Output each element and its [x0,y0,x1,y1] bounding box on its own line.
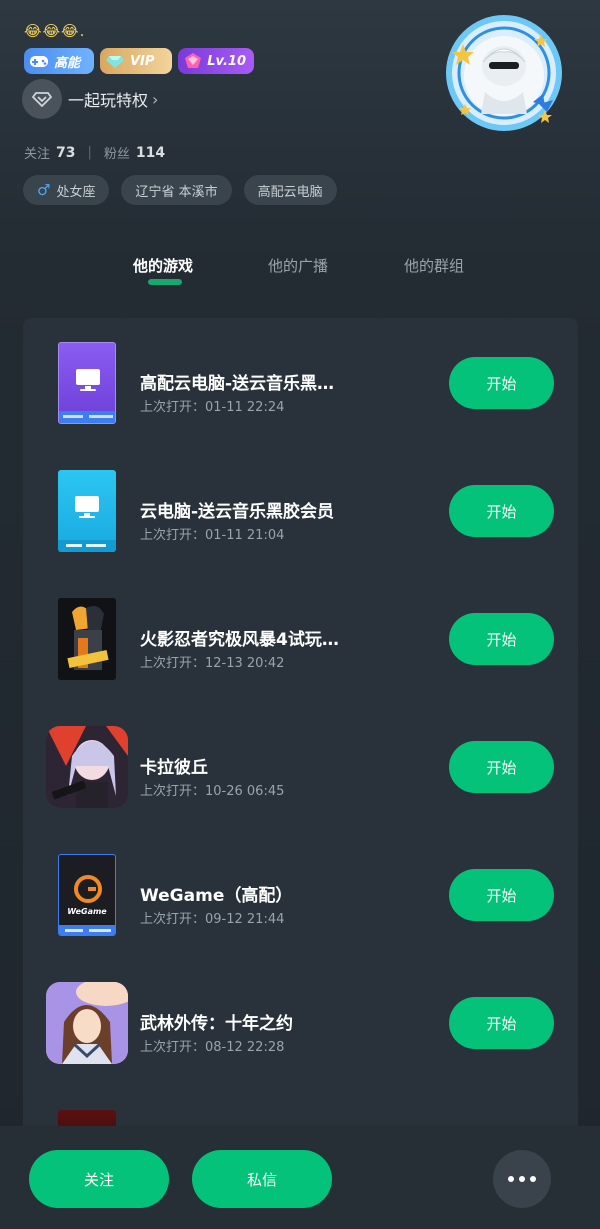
start-button[interactable]: 开始 [449,997,554,1049]
start-button[interactable]: 开始 [449,357,554,409]
start-button[interactable]: 开始 [449,741,554,793]
start-button[interactable]: 开始 [449,485,554,537]
game-title: 武林外传：十年之约 [140,1014,293,1034]
badge-gaoneng[interactable]: 高能 [24,48,94,74]
tab-games[interactable]: 他的游戏 [133,255,193,276]
games-list: 高配云电脑-送云音乐黑… 上次打开：01-11 22:24 开始 云电脑-送云音… [23,318,578,1148]
profile-tabs: 他的游戏 他的广播 他的群组 [0,255,600,295]
gamepad-icon [28,52,50,70]
privilege-label: 一起玩特权 [68,91,149,110]
tag-location: 辽宁省 本溪市 [121,175,232,205]
wegame-logo-text: WeGame [67,907,107,916]
more-dot [508,1176,514,1182]
game-row[interactable]: 武林外传：十年之约 上次打开：08-12 22:28 开始 [23,966,578,1076]
tab-groups[interactable]: 他的群组 [404,255,464,276]
male-icon: ♂ [37,181,51,199]
tag-zodiac-label: 处女座 [56,184,96,200]
start-button[interactable]: 开始 [449,613,554,665]
following-label: 关注 [24,147,51,162]
strinova-icon [46,726,128,808]
badge-level-label: Lv.10 [207,53,246,69]
game-last-open: 上次打开：01-11 21:04 [140,528,285,543]
monitor-icon-cyan [58,470,116,552]
fans-label: 粉丝 [103,147,130,162]
monitor-icon-purple [58,342,116,424]
badge-vip-label: VIP [130,53,155,69]
bottom-action-bar: 关注 私信 [0,1126,600,1229]
game-title: 高配云电脑-送云音乐黑… [140,374,335,394]
game-title: 云电脑-送云音乐黑胶会员 [140,502,335,522]
game-last-open: 上次打开：08-12 22:28 [140,1040,285,1055]
tag-zodiac: ♂ 处女座 [23,175,110,205]
wegame-logo: WeGame [58,854,116,936]
game-title: 火影忍者究极风暴4试玩… [140,630,339,650]
start-button[interactable]: 开始 [449,869,554,921]
more-dot [519,1176,525,1182]
following-count[interactable]: 73 [56,145,75,161]
game-last-open: 上次打开：10-26 06:45 [140,784,285,799]
gem-icon [182,52,203,70]
game-row[interactable]: 云电脑-送云音乐黑胶会员 上次打开：01-11 21:04 开始 [23,454,578,564]
avatar[interactable] [445,14,563,132]
more-dots-icon[interactable] [493,1150,551,1208]
privilege-diamond-icon [22,79,62,119]
fans-count[interactable]: 114 [136,145,165,161]
game-last-open: 上次打开：01-11 22:24 [140,400,285,415]
privilege-link[interactable]: 一起玩特权 › [22,79,158,119]
tag-location-label: 辽宁省 本溪市 [135,184,218,200]
tag-device: 高配云电脑 [243,175,337,205]
wulin-icon [46,982,128,1064]
chevron-right-icon: › [152,89,159,109]
game-row[interactable]: 卡拉彼丘 上次打开：10-26 06:45 开始 [23,710,578,820]
follow-stats: 关注 73 | 粉丝 114 [24,143,165,163]
game-last-open: 上次打开：12-13 20:42 [140,656,285,671]
badge-gaoneng-label: 高能 [54,55,81,71]
profile-emoji-signature: 😂😂😂. [24,22,86,40]
game-title: WeGame（高配） [140,886,293,906]
game-title: 卡拉彼丘 [140,758,208,778]
tab-active-indicator [148,279,182,285]
badge-level[interactable]: Lv.10 [178,48,254,74]
tag-device-label: 高配云电脑 [257,184,323,200]
more-dot [530,1176,536,1182]
game-row[interactable]: 火影忍者究极风暴4试玩… 上次打开：12-13 20:42 开始 [23,582,578,692]
badge-row: 高能 VIP Lv.10 [24,48,254,74]
tab-broadcasts[interactable]: 他的广播 [268,255,328,276]
follow-button[interactable]: 关注 [29,1150,169,1208]
game-row[interactable]: 高配云电脑-送云音乐黑… 上次打开：01-11 22:24 开始 [23,326,578,436]
stats-divider: | [87,145,92,160]
naruto-cover [58,598,116,680]
badge-vip[interactable]: VIP [100,48,172,74]
profile-tags: ♂ 处女座 辽宁省 本溪市 高配云电脑 [23,175,337,205]
message-button[interactable]: 私信 [192,1150,332,1208]
game-last-open: 上次打开：09-12 21:44 [140,912,285,927]
game-row[interactable]: WeGame WeGame（高配） 上次打开：09-12 21:44 开始 [23,838,578,948]
diamond-icon [104,52,126,70]
